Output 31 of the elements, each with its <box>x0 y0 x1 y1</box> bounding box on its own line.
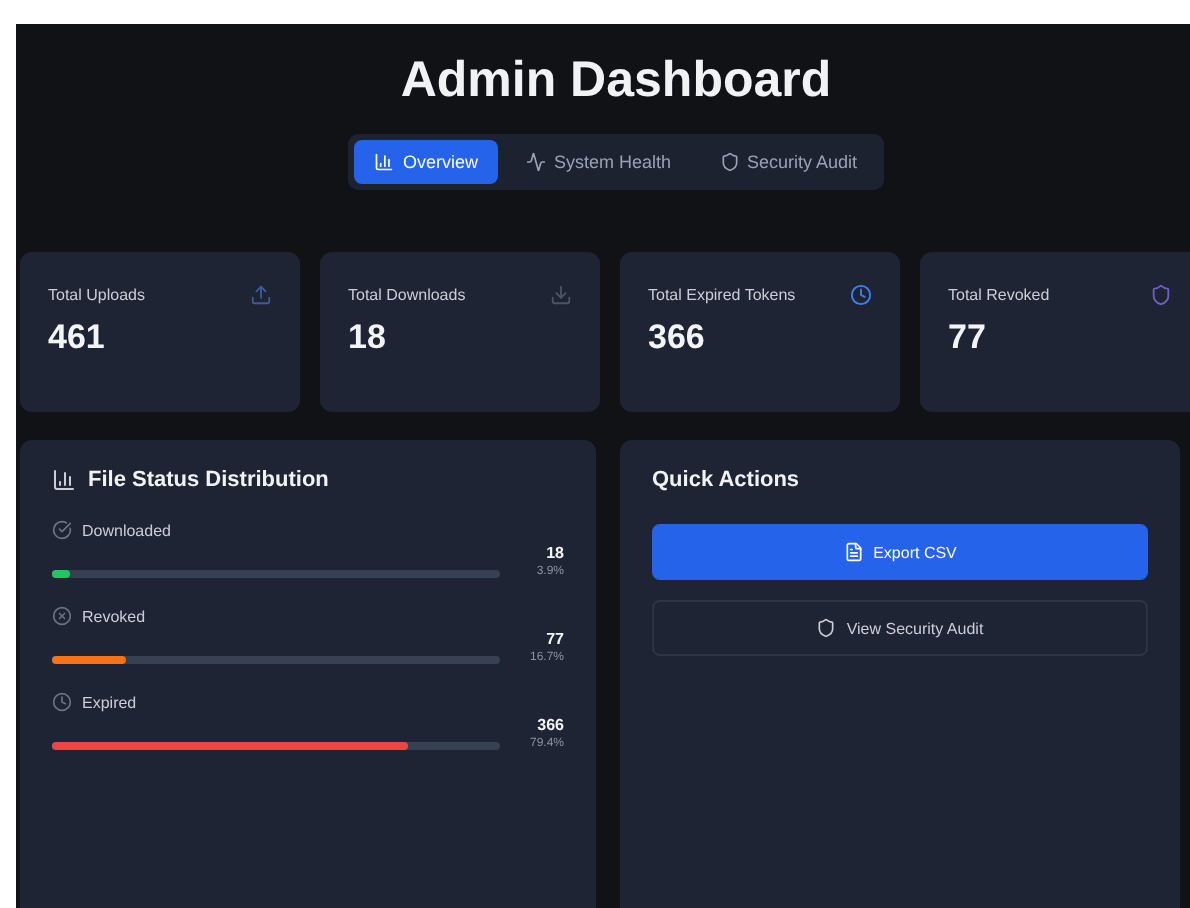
check-circle-icon <box>52 520 72 540</box>
bar-chart-icon <box>52 468 76 492</box>
panel-title: Quick Actions <box>652 468 800 492</box>
stat-label: Total Downloads <box>348 286 466 304</box>
shield-icon <box>719 152 739 172</box>
stat-value: 77 <box>948 318 988 358</box>
tab[interactable]: System Health <box>505 140 691 184</box>
status-count: 366 <box>537 716 564 734</box>
dashboard-title: Admin Dashboard <box>398 52 834 110</box>
tab[interactable]: Security Audit <box>699 140 878 184</box>
activity-icon <box>525 152 546 172</box>
status-count: 77 <box>546 630 564 648</box>
stat-value: 18 <box>348 318 388 358</box>
status-count: 18 <box>546 544 564 562</box>
stat-value: 366 <box>648 318 707 358</box>
document-icon <box>843 542 864 562</box>
stat-label: Total Revoked <box>948 286 1050 304</box>
panel-title: File Status Distribution <box>88 468 329 492</box>
bar-chart-icon <box>374 152 395 172</box>
export-button[interactable]: Export CSV <box>652 524 1148 580</box>
clock-icon <box>52 692 72 712</box>
tab[interactable]: Overview <box>354 140 498 184</box>
audit-button[interactable]: View Security Audit <box>652 600 1148 656</box>
stat-label: Total Uploads <box>48 286 145 304</box>
x-circle-icon <box>52 606 72 626</box>
stat-value: 461 <box>48 318 107 358</box>
status-label: Revoked <box>82 607 146 625</box>
stat-label: Total Expired Tokens <box>648 286 796 304</box>
shield-icon <box>816 618 837 638</box>
status-label: Expired <box>82 693 137 711</box>
status-label: Downloaded <box>82 521 171 539</box>
